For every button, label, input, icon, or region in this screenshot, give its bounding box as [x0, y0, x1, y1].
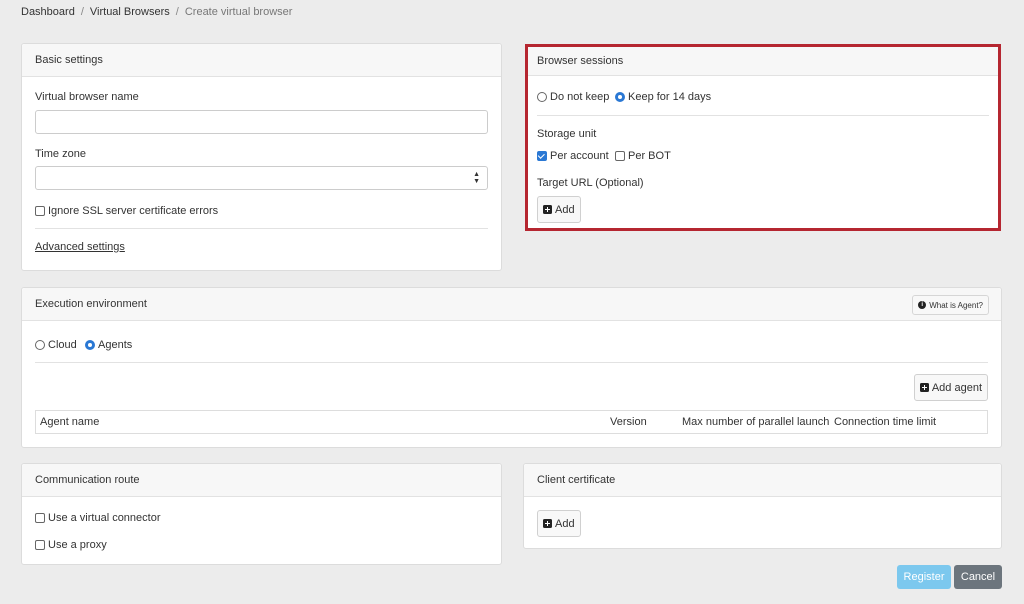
- browser-sessions-header: Browser sessions: [527, 46, 999, 76]
- communication-route-header: Communication route: [22, 464, 501, 497]
- client-certificate-card: Client certificate Add: [523, 463, 1002, 549]
- proxy-label: Use a proxy: [48, 539, 107, 551]
- execution-divider: [35, 362, 988, 363]
- storage-unit-label: Storage unit: [537, 128, 597, 140]
- per-bot-checkbox[interactable]: [615, 151, 625, 161]
- client-certificate-header: Client certificate: [524, 464, 1001, 497]
- agent-table-header: Agent name Version Max number of paralle…: [35, 410, 988, 434]
- breadcrumb-dashboard[interactable]: Dashboard: [21, 6, 75, 18]
- breadcrumb-virtual-browsers[interactable]: Virtual Browsers: [90, 6, 170, 18]
- do-not-keep-label: Do not keep: [550, 91, 610, 103]
- per-account-label: Per account: [550, 150, 609, 162]
- virtual-connector-label: Use a virtual connector: [48, 512, 161, 524]
- keep-14-days-radio[interactable]: [615, 92, 625, 102]
- add-client-certificate-button[interactable]: Add: [537, 510, 581, 537]
- info-icon: i: [918, 301, 927, 309]
- proxy-checkbox[interactable]: [35, 540, 45, 550]
- execution-environment-header: Execution environment: [22, 288, 1001, 321]
- add-client-certificate-label: Add: [555, 517, 575, 530]
- ignore-ssl-row[interactable]: Ignore SSL server certificate errors: [35, 205, 218, 217]
- time-zone-label: Time zone: [35, 148, 86, 160]
- cloud-label: Cloud: [48, 339, 77, 351]
- add-agent-button[interactable]: Add agent: [913, 374, 988, 401]
- env-option-cloud[interactable]: Cloud: [35, 339, 77, 351]
- cancel-button[interactable]: Cancel: [954, 565, 1002, 589]
- time-zone-select[interactable]: ▲ ▼: [35, 166, 488, 190]
- breadcrumb: Dashboard / Virtual Browsers / Create vi…: [21, 6, 292, 18]
- select-arrows-icon: ▲ ▼: [473, 171, 480, 185]
- basic-settings-header: Basic settings: [22, 44, 501, 77]
- session-option-do-not-keep[interactable]: Do not keep: [537, 91, 609, 103]
- ignore-ssl-label: Ignore SSL server certificate errors: [48, 205, 219, 217]
- what-is-agent-label: What is Agent?: [929, 300, 983, 310]
- column-connection-time-limit: Connection time limit: [834, 416, 937, 428]
- browser-sessions-divider: [537, 115, 989, 116]
- per-bot-label: Per BOT: [628, 150, 671, 162]
- browser-sessions-card: Browser sessions Do not keep Keep for 14…: [526, 45, 1000, 229]
- keep-14-days-label: Keep for 14 days: [628, 91, 712, 103]
- register-button[interactable]: Register: [897, 565, 951, 589]
- ignore-ssl-checkbox[interactable]: [35, 206, 45, 216]
- basic-settings-card: Basic settings Virtual browser name Time…: [21, 43, 502, 271]
- virtual-connector-checkbox[interactable]: [35, 513, 45, 523]
- breadcrumb-separator: /: [175, 6, 179, 18]
- session-option-keep-14-days[interactable]: Keep for 14 days: [615, 91, 711, 103]
- plus-square-icon: [919, 383, 929, 392]
- communication-route-card: Communication route Use a virtual connec…: [21, 463, 502, 565]
- add-target-url-button[interactable]: Add: [537, 196, 581, 223]
- cloud-radio[interactable]: [35, 340, 45, 350]
- column-agent-name: Agent name: [40, 416, 100, 428]
- do-not-keep-radio[interactable]: [537, 92, 547, 102]
- breadcrumb-separator: /: [80, 6, 84, 18]
- plus-square-icon: [543, 519, 552, 528]
- target-url-label: Target URL (Optional): [537, 177, 644, 189]
- plus-square-icon: [543, 205, 552, 214]
- proxy-row[interactable]: Use a proxy: [35, 539, 107, 551]
- breadcrumb-current: Create virtual browser: [184, 6, 293, 18]
- agents-label: Agents: [98, 339, 133, 351]
- virtual-connector-row[interactable]: Use a virtual connector: [35, 512, 161, 524]
- add-target-url-label: Add: [555, 203, 575, 216]
- storage-per-bot[interactable]: Per BOT: [615, 150, 671, 162]
- column-version: Version: [610, 416, 647, 428]
- basic-settings-divider: [35, 228, 488, 229]
- execution-environment-title: Execution environment: [35, 298, 147, 310]
- storage-per-account[interactable]: Per account: [537, 150, 609, 162]
- column-max-parallel: Max number of parallel launch: [682, 416, 830, 428]
- advanced-settings-link[interactable]: Advanced settings: [35, 241, 125, 253]
- per-account-checkbox[interactable]: [537, 151, 547, 161]
- what-is-agent-button[interactable]: i What is Agent?: [912, 295, 989, 315]
- agents-radio[interactable]: [85, 340, 95, 350]
- virtual-browser-name-input[interactable]: [35, 110, 488, 134]
- env-option-agents[interactable]: Agents: [85, 339, 132, 351]
- execution-environment-card: Execution environment i What is Agent? C…: [21, 287, 1002, 448]
- virtual-browser-name-label: Virtual browser name: [35, 91, 139, 103]
- add-agent-label: Add agent: [931, 381, 982, 394]
